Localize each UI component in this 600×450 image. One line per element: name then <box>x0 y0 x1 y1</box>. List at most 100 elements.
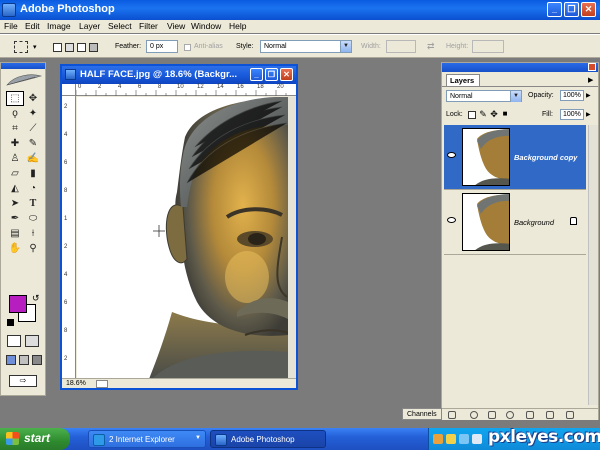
screen-mode-full-menu-icon[interactable] <box>19 355 29 365</box>
width-input[interactable] <box>386 40 416 53</box>
document-maximize-button[interactable]: ❐ <box>265 68 278 81</box>
adjustment-layer-icon[interactable] <box>506 411 514 419</box>
swap-dimensions-icon[interactable]: ⇄ <box>427 41 435 52</box>
pen-tool-icon[interactable]: ✒ <box>6 211 24 226</box>
chevron-down-icon[interactable]: ▾ <box>33 43 37 51</box>
layer-row-background[interactable]: Background <box>444 190 586 255</box>
magic-wand-tool-icon[interactable]: ✦ <box>24 106 42 121</box>
new-selection-icon[interactable] <box>53 43 62 52</box>
healing-brush-tool-icon[interactable]: ✚ <box>6 136 24 151</box>
document-vertical-scrollbar[interactable] <box>288 97 296 379</box>
lasso-tool-icon[interactable]: ϙ <box>6 106 24 121</box>
zoom-tool-icon[interactable]: ⚲ <box>24 241 42 256</box>
add-selection-icon[interactable] <box>65 43 74 52</box>
move-tool-icon[interactable]: ✥ <box>24 91 42 106</box>
screen-mode-standard-icon[interactable] <box>6 355 16 365</box>
crop-tool-icon[interactable]: ⌗ <box>6 121 24 136</box>
link-layers-icon[interactable] <box>448 411 456 419</box>
taskbar-item-internet-explorer[interactable]: 2 Internet Explorer ▼ <box>88 430 206 448</box>
swap-colors-icon[interactable]: ↺ <box>32 293 40 304</box>
layer-style-icon[interactable] <box>470 411 478 419</box>
menu-help[interactable]: Help <box>229 21 246 31</box>
clone-stamp-tool-icon[interactable]: ♙ <box>6 151 24 166</box>
blend-mode-select[interactable]: Normal ▼ <box>446 90 522 102</box>
fill-input[interactable]: 100% <box>560 109 584 120</box>
layer-name[interactable]: Background <box>514 218 554 227</box>
image-canvas[interactable] <box>77 97 288 379</box>
type-tool-icon[interactable]: T <box>24 196 42 211</box>
feather-input[interactable]: 0 px <box>146 40 178 53</box>
subtract-selection-icon[interactable] <box>77 43 86 52</box>
tray-icon[interactable] <box>446 434 456 444</box>
lock-position-icon[interactable]: ✥ <box>490 110 498 119</box>
tab-layers[interactable]: Layers <box>446 74 480 86</box>
shape-tool-icon[interactable]: ⬭ <box>24 211 42 226</box>
ruler-vertical[interactable]: 2 4 6 8 1 2 4 6 8 2 <box>62 96 76 380</box>
start-button[interactable]: start <box>0 428 70 450</box>
status-menu-icon[interactable] <box>96 380 108 388</box>
close-button[interactable]: ✕ <box>581 2 596 17</box>
antialias-checkbox[interactable] <box>184 44 191 51</box>
rect-marquee-tool-icon[interactable]: ⬚ <box>6 91 24 106</box>
tools-palette-header[interactable] <box>1 63 45 69</box>
eraser-tool-icon[interactable]: ▱ <box>6 166 24 181</box>
slice-tool-icon[interactable]: ⟋ <box>24 121 42 136</box>
quick-mask-mode-icon[interactable] <box>25 335 39 347</box>
layers-close-icon[interactable] <box>588 63 596 71</box>
tab-channels[interactable]: Channels <box>402 408 442 420</box>
menu-edit[interactable]: Edit <box>25 21 40 31</box>
menu-filter[interactable]: Filter <box>139 21 158 31</box>
hand-tool-icon[interactable]: ✋ <box>6 241 24 256</box>
eyedropper-tool-icon[interactable]: ⟊ <box>24 226 42 241</box>
menu-image[interactable]: Image <box>47 21 71 31</box>
fill-arrow-icon[interactable]: ▶ <box>586 111 591 118</box>
screen-mode-full-icon[interactable] <box>32 355 42 365</box>
intersect-selection-icon[interactable] <box>89 43 98 52</box>
history-brush-tool-icon[interactable]: ✍ <box>24 151 42 166</box>
minimize-button[interactable]: _ <box>547 2 562 17</box>
default-colors-icon[interactable] <box>7 319 14 326</box>
menu-file[interactable]: File <box>4 21 18 31</box>
standard-mode-icon[interactable] <box>7 335 21 347</box>
opacity-input[interactable]: 100% <box>560 90 584 101</box>
document-close-button[interactable]: ✕ <box>280 68 293 81</box>
lock-image-icon[interactable]: ✎ <box>479 110 487 119</box>
tray-icon[interactable] <box>472 434 482 444</box>
blur-tool-icon[interactable]: ◭ <box>6 181 24 196</box>
style-select[interactable]: Normal ▼ <box>260 40 352 53</box>
restore-button[interactable]: ❐ <box>564 2 579 17</box>
height-input[interactable] <box>472 40 504 53</box>
layers-palette-header[interactable] <box>442 63 598 72</box>
menu-select[interactable]: Select <box>108 21 132 31</box>
menu-window[interactable]: Window <box>191 21 221 31</box>
eye-visibility-icon[interactable] <box>447 152 456 158</box>
tray-icon[interactable] <box>433 434 443 444</box>
document-minimize-button[interactable]: _ <box>250 68 263 81</box>
jump-to-imageready-icon[interactable]: ⇨ <box>9 375 37 387</box>
rect-marquee-preset-icon[interactable] <box>14 41 28 53</box>
foreground-color-swatch[interactable] <box>9 295 27 313</box>
zoom-level[interactable]: 18.6% <box>66 380 86 387</box>
notes-tool-icon[interactable]: ▤ <box>6 226 24 241</box>
brush-tool-icon[interactable]: ✎ <box>24 136 42 151</box>
layer-row-background-copy[interactable]: Background copy <box>444 125 586 190</box>
eye-visibility-icon[interactable] <box>447 217 456 223</box>
tray-icon[interactable] <box>459 434 469 444</box>
document-titlebar[interactable]: HALF FACE.jpg @ 18.6% (Backgr... _ ❐ ✕ <box>62 66 296 84</box>
layer-name[interactable]: Background copy <box>514 153 577 162</box>
new-group-icon[interactable] <box>526 411 534 419</box>
lock-transparency-icon[interactable] <box>468 111 476 119</box>
layers-vertical-scrollbar[interactable] <box>588 125 598 405</box>
menu-layer[interactable]: Layer <box>79 21 100 31</box>
ruler-origin[interactable] <box>62 84 76 96</box>
new-layer-icon[interactable] <box>546 411 554 419</box>
ruler-horizontal[interactable]: 0 2 4 6 8 10 12 14 16 18 20 <box>76 84 296 96</box>
dodge-tool-icon[interactable]: ◔ <box>24 181 42 196</box>
palette-menu-icon[interactable]: ▶ <box>588 76 593 84</box>
add-mask-icon[interactable] <box>488 411 496 419</box>
trash-icon[interactable] <box>566 411 574 419</box>
menu-view[interactable]: View <box>167 21 185 31</box>
opacity-arrow-icon[interactable]: ▶ <box>586 92 591 99</box>
taskbar-item-photoshop[interactable]: Adobe Photoshop <box>210 430 326 448</box>
lock-all-icon[interactable]: ■ <box>501 110 509 119</box>
